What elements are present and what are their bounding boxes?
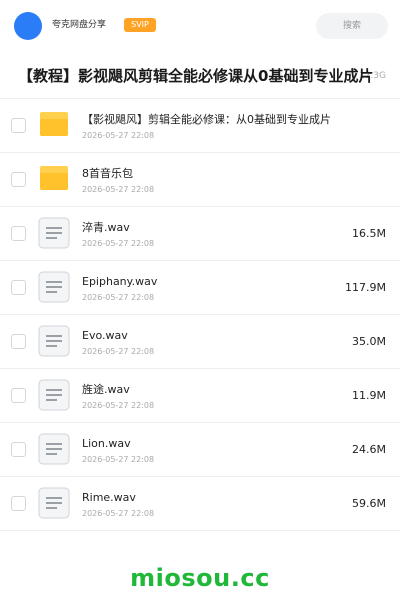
item-checkbox[interactable] <box>11 388 26 403</box>
share-name: 夸克网盘分享 <box>52 20 107 30</box>
file-document-icon <box>38 433 70 465</box>
item-name: Lion.wav <box>82 437 131 450</box>
list-item[interactable]: 8首音乐包 2026-05-27 22:08 <box>0 153 400 207</box>
item-name: 旌途.wav <box>82 383 130 396</box>
item-size: 35.0M <box>352 335 386 348</box>
item-checkbox[interactable] <box>11 118 26 133</box>
item-date: 2026-05-27 22:08 <box>82 131 155 140</box>
item-date: 2026-05-27 22:08 <box>82 185 155 194</box>
item-size: 16.5M <box>352 227 386 240</box>
item-checkbox[interactable] <box>11 334 26 349</box>
item-size: 24.6M <box>352 443 386 456</box>
item-size: 59.6M <box>352 497 386 510</box>
list-item[interactable]: Rime.wav 2026-05-27 22:08 59.6M <box>0 477 400 531</box>
file-document-icon <box>38 271 70 303</box>
list-item[interactable]: Evo.wav 2026-05-27 22:08 35.0M <box>0 315 400 369</box>
svip-badge: SVIP <box>124 18 156 32</box>
item-date: 2026-05-27 22:08 <box>82 239 155 248</box>
page-title: 【教程】影视飓风剪辑全能必修课从0基础到专业成片 <box>18 67 374 85</box>
item-date: 2026-05-27 22:08 <box>82 509 155 518</box>
file-document-icon <box>38 379 70 411</box>
folder-icon <box>40 166 68 190</box>
folder-title-bar: 12.3G 【教程】影视飓风剪辑全能必修课从0基础到专业成片 <box>0 58 400 94</box>
item-name: Evo.wav <box>82 329 128 342</box>
search-label: 搜索 <box>342 21 361 31</box>
item-checkbox[interactable] <box>11 226 26 241</box>
file-document-icon <box>38 217 70 249</box>
list-item[interactable]: Epiphany.wav 2026-05-27 22:08 117.9M <box>0 261 400 315</box>
item-name: Epiphany.wav <box>82 275 158 288</box>
search-button[interactable]: 搜索 <box>316 13 388 39</box>
item-date: 2026-05-27 22:08 <box>82 401 155 410</box>
list-item[interactable]: 【影视飓风】剪辑全能必修课：从0基础到专业成片 2026-05-27 22:08 <box>0 99 400 153</box>
item-checkbox[interactable] <box>11 442 26 457</box>
item-name: 淬青.wav <box>82 221 130 234</box>
folder-icon <box>40 112 68 136</box>
item-date: 2026-05-27 22:08 <box>82 455 155 464</box>
file-document-icon <box>38 325 70 357</box>
item-name: 【影视飓风】剪辑全能必修课：从0基础到专业成片 <box>82 113 331 126</box>
avatar[interactable] <box>14 12 42 40</box>
item-size: 117.9M <box>345 281 386 294</box>
header: 夸克网盘分享 SVIP 搜索 <box>0 0 400 52</box>
watermark: miosou.cc <box>130 564 270 592</box>
file-list: 【影视飓风】剪辑全能必修课：从0基础到专业成片 2026-05-27 22:08… <box>0 98 400 531</box>
item-date: 2026-05-27 22:08 <box>82 347 155 356</box>
item-name: 8首音乐包 <box>82 167 133 180</box>
item-checkbox[interactable] <box>11 280 26 295</box>
list-item[interactable]: 旌途.wav 2026-05-27 22:08 11.9M <box>0 369 400 423</box>
item-name: Rime.wav <box>82 491 136 504</box>
list-item[interactable]: 淬青.wav 2026-05-27 22:08 16.5M <box>0 207 400 261</box>
item-size: 11.9M <box>352 389 386 402</box>
item-checkbox[interactable] <box>11 496 26 511</box>
list-item[interactable]: Lion.wav 2026-05-27 22:08 24.6M <box>0 423 400 477</box>
item-checkbox[interactable] <box>11 172 26 187</box>
item-date: 2026-05-27 22:08 <box>82 293 155 302</box>
file-document-icon <box>38 487 70 519</box>
